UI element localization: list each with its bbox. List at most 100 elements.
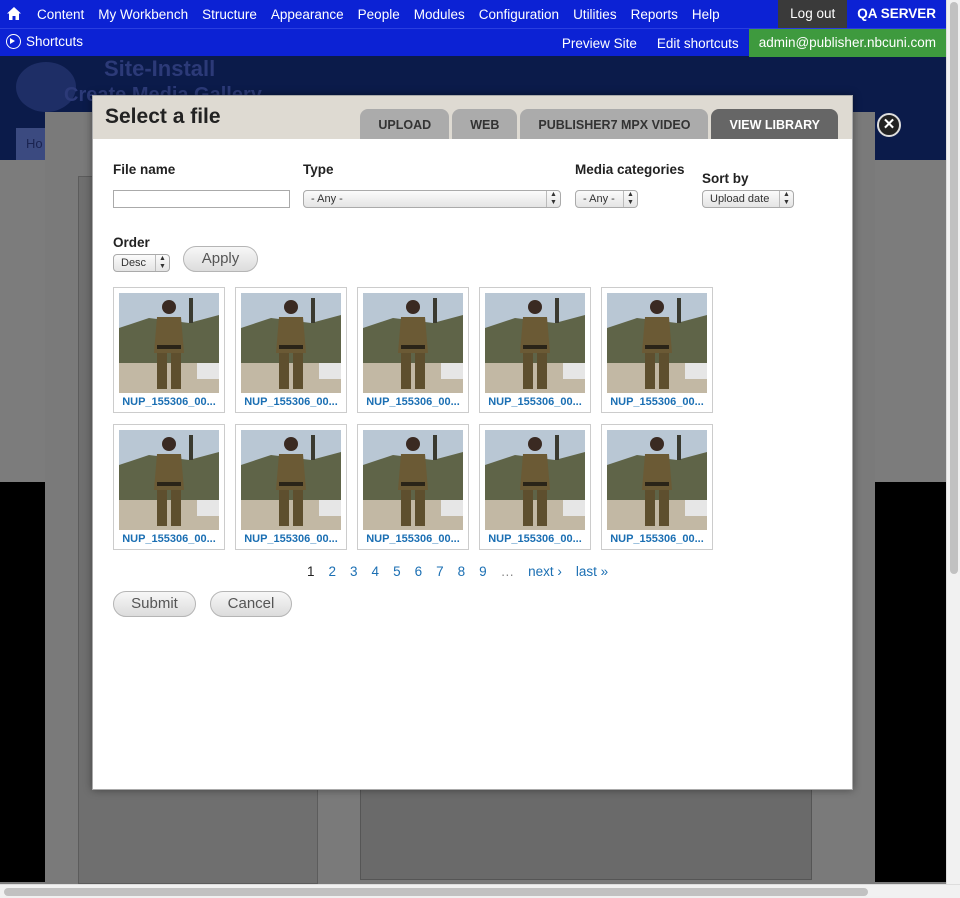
toolbar-menu-row: Content My Workbench Structure Appearance Pe… [0,0,946,28]
pager-page-7[interactable]: 7 [436,564,444,579]
file-name-link[interactable]: NUP_155306_00... [114,533,224,545]
toolbar-item-structure[interactable]: Structure [195,7,264,22]
pager-page-4[interactable]: 4 [372,564,380,579]
user-account-link[interactable]: admin@publisher.nbcuni.com [748,29,946,57]
toolbar-item-appearance[interactable]: Appearance [264,7,351,22]
file-name-link[interactable]: NUP_155306_00... [236,533,346,545]
vertical-scrollbar-thumb[interactable] [950,2,958,574]
media-categories-select[interactable]: - Any - ▲ ▼ [575,190,638,208]
thumbnail-image[interactable] [241,293,341,393]
pager-next[interactable]: next › [528,564,562,579]
file-name-link[interactable]: NUP_155306_00... [358,396,468,408]
horizontal-scrollbar[interactable] [0,884,960,898]
sort-by-value: Upload date [710,193,770,205]
file-name-input[interactable] [113,190,290,208]
file-thumbnail[interactable]: NUP_155306_00... [479,287,591,413]
thumbnail-image[interactable] [363,293,463,393]
pager-page-9[interactable]: 9 [479,564,487,579]
body-field [360,788,812,880]
file-thumbnail[interactable]: NUP_155306_00... [357,287,469,413]
file-name-link[interactable]: NUP_155306_00... [114,396,224,408]
dialog-tabs: UPLOAD WEB PUBLISHER7 MPX VIDEO VIEW LIBRAR… [357,109,838,139]
shortcuts-label: Shortcuts [26,34,84,49]
play-circle-icon [6,34,21,49]
vertical-scrollbar[interactable] [946,0,960,884]
thumbnail-image[interactable] [119,430,219,530]
photo-thumbnail [485,430,585,530]
thumbnail-image[interactable] [241,430,341,530]
thumbnail-image[interactable] [119,293,219,393]
toolbar-item-configuration[interactable]: Configuration [472,7,566,22]
logout-link[interactable]: Log out [778,0,848,28]
file-name-link[interactable]: NUP_155306_00... [602,533,712,545]
photo-thumbnail [241,430,341,530]
toolbar-menu: Content My Workbench Structure Appearance Pe… [30,0,727,28]
media-categories-value: - Any - [583,193,615,205]
tab-publisher7-mpx-video[interactable]: PUBLISHER7 MPX VIDEO [520,109,709,139]
file-thumbnail[interactable]: NUP_155306_00... [113,424,225,550]
thumbnail-image[interactable] [363,430,463,530]
toolbar-item-utilities[interactable]: Utilities [566,7,624,22]
admin-toolbar: Content My Workbench Structure Appearance Pe… [0,0,946,57]
edit-shortcuts-link[interactable]: Edit shortcuts [647,36,749,51]
media-categories-label: Media categories [575,162,685,177]
photo-thumbnail [485,293,585,393]
tab-web[interactable]: WEB [452,109,518,139]
file-thumbnail[interactable]: NUP_155306_00... [357,424,469,550]
select-file-dialog: Select a file UPLOAD WEB PUBLISHER7 MPX VI… [92,95,853,790]
apply-button[interactable]: Apply [183,246,258,272]
type-label: Type [303,162,334,177]
tab-upload[interactable]: UPLOAD [360,109,450,139]
preview-site-link[interactable]: Preview Site [552,36,647,51]
pager-page-6[interactable]: 6 [415,564,423,579]
thumbnail-image[interactable] [607,430,707,530]
cancel-button[interactable]: Cancel [210,591,292,617]
sort-by-label: Sort by [702,171,749,186]
tab-view-library[interactable]: VIEW LIBRARY [711,109,838,139]
file-thumbnail[interactable]: NUP_155306_00... [113,287,225,413]
dialog-header: Select a file UPLOAD WEB PUBLISHER7 MPX VI… [93,96,852,139]
type-select[interactable]: - Any - ▲ ▼ [303,190,561,208]
file-thumbnail[interactable]: NUP_155306_00... [601,424,713,550]
toolbar-item-content[interactable]: Content [30,7,91,22]
toolbar-item-modules[interactable]: Modules [407,7,472,22]
order-select[interactable]: Desc ▲ ▼ [113,254,170,272]
file-name-link[interactable]: NUP_155306_00... [358,533,468,545]
order-value: Desc [121,257,147,269]
order-label: Order [113,235,150,250]
file-name-link[interactable]: NUP_155306_00... [480,396,590,408]
photo-thumbnail [241,293,341,393]
pager-page-2[interactable]: 2 [329,564,337,579]
toolbar-item-people[interactable]: People [351,7,407,22]
pager-page-3[interactable]: 3 [350,564,358,579]
submit-button[interactable]: Submit [113,591,196,617]
pager-page-5[interactable]: 5 [393,564,401,579]
home-icon[interactable] [4,4,24,24]
photo-thumbnail [607,293,707,393]
pager-page-1: 1 [307,564,315,579]
photo-thumbnail [119,293,219,393]
type-select-value: - Any - [311,193,343,205]
thumbnail-image[interactable] [607,293,707,393]
shortcuts-toggle[interactable]: Shortcuts [6,34,83,49]
pager-last[interactable]: last » [576,564,608,579]
pager-page-8[interactable]: 8 [458,564,466,579]
file-name-link[interactable]: NUP_155306_00... [480,533,590,545]
file-thumbnail[interactable]: NUP_155306_00... [235,287,347,413]
select-arrows-icon: ▲ ▼ [546,191,560,207]
file-name-link[interactable]: NUP_155306_00... [602,396,712,408]
file-thumbnail[interactable]: NUP_155306_00... [479,424,591,550]
file-name-link[interactable]: NUP_155306_00... [236,396,346,408]
sort-by-select[interactable]: Upload date ▲ ▼ [702,190,794,208]
toolbar-item-help[interactable]: Help [685,7,727,22]
horizontal-scrollbar-thumb[interactable] [4,888,868,896]
close-icon[interactable]: ✕ [877,113,901,137]
file-thumbnail[interactable]: NUP_155306_00... [601,287,713,413]
toolbar-item-reports[interactable]: Reports [624,7,685,22]
toolbar-item-my-workbench[interactable]: My Workbench [91,7,195,22]
thumbnail-image[interactable] [485,430,585,530]
pager-ellipsis: … [500,564,515,579]
photo-thumbnail [363,430,463,530]
file-thumbnail[interactable]: NUP_155306_00... [235,424,347,550]
thumbnail-image[interactable] [485,293,585,393]
